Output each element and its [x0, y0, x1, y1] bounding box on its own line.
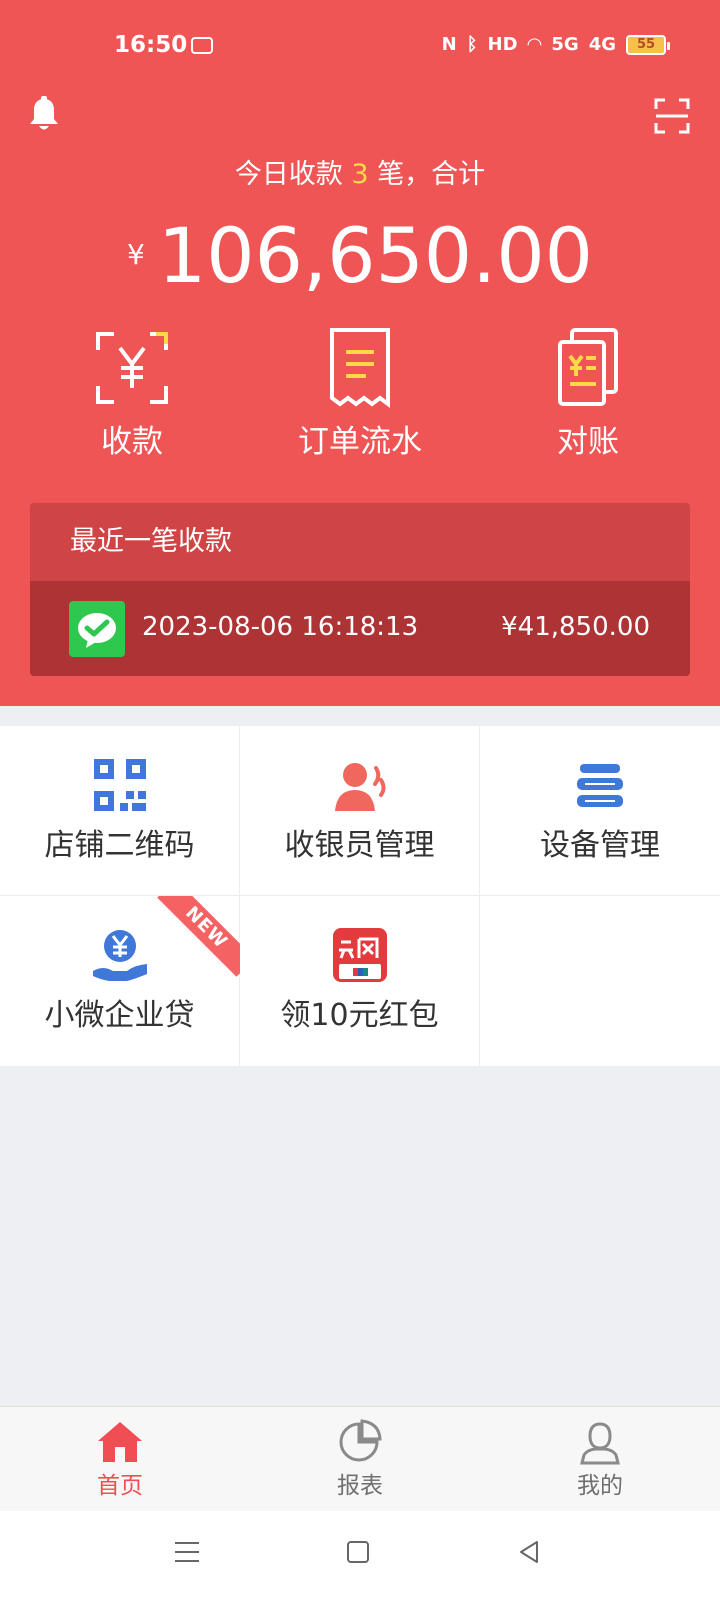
- micro-enterprise-loan-label: 小微企业贷: [44, 998, 195, 1033]
- device-management-label: 设备管理: [540, 828, 660, 863]
- app-notification-icon: [191, 37, 213, 54]
- total-amount-row: ¥ 106,650.00: [0, 214, 720, 298]
- recent-payment-amount: ¥41,850.00: [501, 612, 650, 642]
- reconciliation-label: 对账: [557, 424, 619, 460]
- recent-payment-row[interactable]: 2023-08-06 16:18:13 ¥41,850.00: [30, 581, 690, 676]
- wechat-pay-icon: [69, 601, 125, 657]
- red-packet-item[interactable]: 领10元红包: [240, 896, 480, 1066]
- red-packet-label: 领10元红包: [280, 998, 439, 1033]
- home-square-icon[interactable]: [345, 1539, 371, 1565]
- feature-grid: 店铺二维码 收银员管理 设备管理 NEW 小微企业贷 领10元红包: [0, 726, 720, 1066]
- tab-profile[interactable]: 我的: [480, 1407, 720, 1512]
- status-bar: 16:50 N ᛒ HD ◠ 5G 4G 55: [0, 0, 720, 90]
- reconciliation-button[interactable]: 对账: [498, 326, 678, 476]
- menu-icon[interactable]: [174, 1539, 200, 1565]
- 5g-signal-icon: 5G: [551, 34, 579, 55]
- status-icons: N ᛒ HD ◠ 5G 4G 55: [441, 30, 670, 60]
- store-qr-code-item[interactable]: 店铺二维码: [0, 726, 240, 896]
- bluetooth-icon: ᛒ: [466, 34, 478, 55]
- nfc-icon: N: [441, 34, 457, 55]
- device-icon: [577, 764, 623, 807]
- 4g-signal-icon: 4G: [588, 34, 616, 55]
- currency-symbol: ¥: [126, 238, 145, 271]
- status-time: 16:50: [114, 32, 188, 58]
- cashier-management-label: 收银员管理: [284, 828, 435, 863]
- recent-payment-card[interactable]: 最近一笔收款 2023-08-06 16:18:13 ¥41,850.00: [30, 503, 690, 676]
- recent-payment-time: 2023-08-06 16:18:13: [142, 612, 419, 642]
- summary-suffix: 笔，合计: [377, 159, 486, 190]
- tab-report-label: 报表: [337, 1473, 383, 1499]
- recent-payment-title: 最近一笔收款: [30, 503, 690, 581]
- collect-payment-button[interactable]: 收款: [42, 326, 222, 476]
- reconciliation-icon: [558, 328, 618, 406]
- qr-code-icon: [94, 759, 146, 811]
- order-flow-label: 订单流水: [298, 424, 422, 460]
- system-navigation-bar: [0, 1511, 720, 1600]
- profile-icon: [580, 1422, 620, 1465]
- empty-grid-cell: [480, 896, 720, 1066]
- bottom-tabbar: 首页 报表 我的: [0, 1406, 720, 1511]
- report-icon: [339, 1419, 382, 1462]
- transaction-count: 3: [351, 159, 369, 190]
- tab-home-label: 首页: [97, 1473, 143, 1499]
- cashier-management-item[interactable]: 收银员管理: [240, 726, 480, 896]
- loan-icon: [93, 930, 147, 981]
- total-amount: 106,650.00: [157, 211, 594, 300]
- summary-prefix: 今日收款: [234, 159, 343, 190]
- hd-icon: HD: [487, 34, 518, 55]
- device-management-item[interactable]: 设备管理: [480, 726, 720, 896]
- tab-profile-label: 我的: [577, 1473, 623, 1499]
- unionpay-icon: [333, 928, 387, 982]
- scan-icon[interactable]: [654, 98, 690, 134]
- tab-report[interactable]: 报表: [240, 1407, 480, 1512]
- home-icon: [98, 1422, 142, 1462]
- wifi-icon: ◠: [527, 34, 542, 55]
- new-badge: NEW: [157, 896, 240, 977]
- micro-enterprise-loan-item[interactable]: NEW 小微企业贷: [0, 896, 240, 1066]
- dashboard-header: 16:50 N ᛒ HD ◠ 5G 4G 55 今日收款 3 笔，合计 ¥ 10…: [0, 0, 720, 706]
- order-flow-icon: [330, 328, 390, 408]
- collect-payment-icon: [96, 332, 168, 404]
- today-summary: 今日收款 3 笔，合计: [0, 157, 720, 193]
- order-flow-button[interactable]: 订单流水: [270, 326, 450, 476]
- collect-payment-label: 收款: [101, 424, 163, 460]
- tab-home[interactable]: 首页: [0, 1407, 240, 1512]
- store-qr-code-label: 店铺二维码: [44, 828, 195, 863]
- cashier-icon: [335, 763, 386, 811]
- back-icon[interactable]: [516, 1539, 542, 1565]
- battery-icon: 55: [626, 35, 670, 55]
- bell-icon[interactable]: [28, 96, 60, 134]
